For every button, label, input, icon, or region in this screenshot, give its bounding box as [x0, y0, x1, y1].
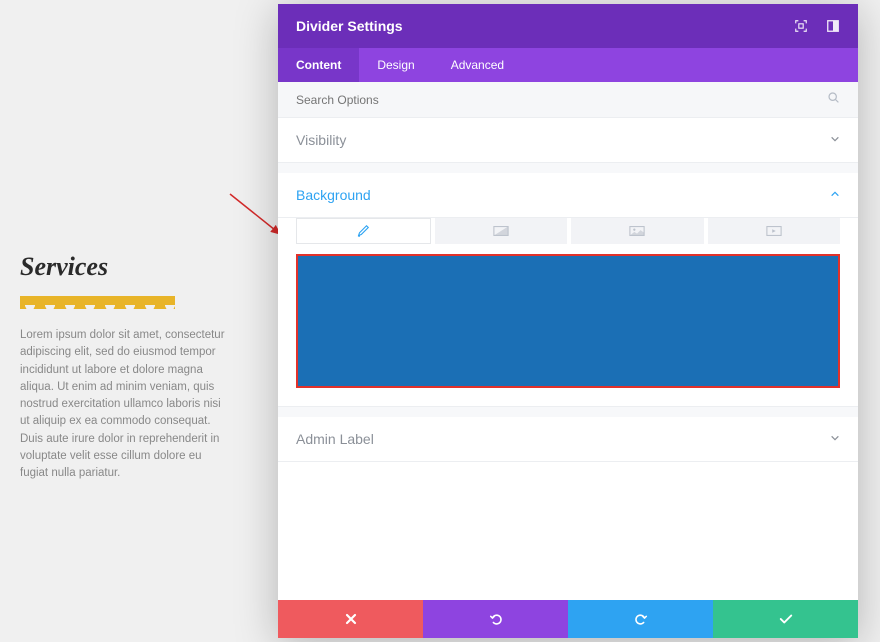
settings-modal: Divider Settings Content Design Advanced…	[278, 4, 858, 638]
bg-tab-gradient[interactable]	[435, 218, 568, 244]
services-body-text: Lorem ipsum dolor sit amet, consectetur …	[20, 327, 230, 482]
chevron-down-icon	[830, 433, 840, 446]
section-admin-label[interactable]: Admin Label	[278, 417, 858, 462]
cancel-button[interactable]	[278, 600, 423, 638]
services-divider	[20, 296, 175, 309]
background-color-preview[interactable]	[296, 254, 840, 388]
page-preview-left: Services Lorem ipsum dolor sit amet, con…	[20, 252, 230, 482]
section-spacer	[278, 163, 858, 173]
tab-design[interactable]: Design	[359, 48, 432, 82]
tab-content[interactable]: Content	[278, 48, 359, 82]
chevron-up-icon	[830, 189, 840, 202]
search-input[interactable]	[296, 93, 827, 107]
close-icon	[345, 613, 357, 625]
section-title-background: Background	[296, 187, 371, 203]
background-content	[278, 218, 858, 407]
redo-icon	[634, 612, 648, 626]
bg-tab-video[interactable]	[708, 218, 841, 244]
undo-button[interactable]	[423, 600, 568, 638]
tab-advanced[interactable]: Advanced	[433, 48, 522, 82]
modal-header: Divider Settings	[278, 4, 858, 48]
modal-title: Divider Settings	[296, 18, 403, 34]
background-subtabs	[296, 218, 840, 244]
section-background[interactable]: Background	[278, 173, 858, 218]
bg-tab-color[interactable]	[296, 218, 431, 244]
confirm-button[interactable]	[713, 600, 858, 638]
panel-body: Visibility Background	[278, 118, 858, 600]
header-actions	[794, 19, 840, 33]
search-bar	[278, 82, 858, 118]
services-heading: Services	[20, 252, 230, 282]
tabs-bar: Content Design Advanced	[278, 48, 858, 82]
undo-icon	[489, 612, 503, 626]
chevron-down-icon	[830, 134, 840, 147]
redo-button[interactable]	[568, 600, 713, 638]
check-icon	[779, 613, 793, 625]
modal-footer	[278, 600, 858, 638]
expand-icon[interactable]	[794, 19, 808, 33]
search-icon[interactable]	[827, 91, 840, 109]
section-visibility[interactable]: Visibility	[278, 118, 858, 163]
section-spacer	[278, 407, 858, 417]
snap-icon[interactable]	[826, 19, 840, 33]
section-title-admin-label: Admin Label	[296, 431, 374, 447]
section-title-visibility: Visibility	[296, 132, 346, 148]
bg-tab-image[interactable]	[571, 218, 704, 244]
